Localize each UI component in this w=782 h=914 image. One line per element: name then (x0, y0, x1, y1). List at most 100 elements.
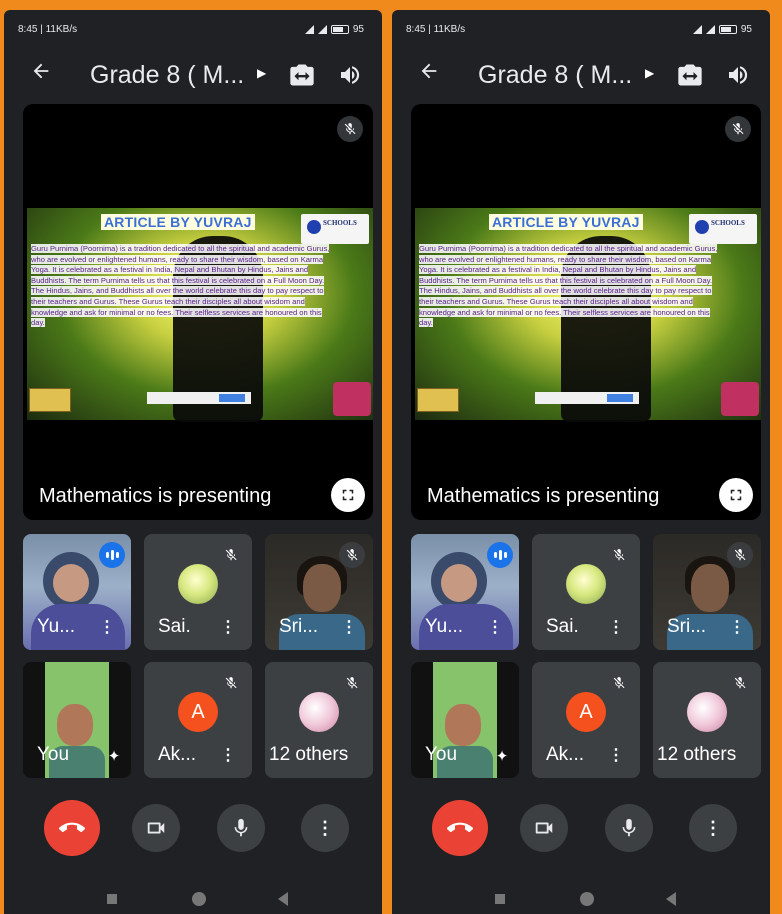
school-logo: SCHOOLS (301, 214, 369, 244)
mic-off-icon (339, 542, 365, 568)
presentation-tile[interactable]: ARTICLE BY YUVRAJ SCHOOLS Guru Purnima (… (23, 104, 373, 520)
participant-video (691, 564, 729, 612)
back-arrow-icon[interactable] (414, 60, 444, 90)
participant-name: Sri... (667, 616, 707, 637)
presentation-tile[interactable]: ARTICLE BY YUVRAJ SCHOOLS Guru Purnima (… (411, 104, 761, 520)
camera-switch-icon[interactable] (288, 61, 316, 89)
participant-tile[interactable]: A Ak... ⋮ (532, 662, 640, 778)
participant-tile[interactable]: Sri... ⋮ (653, 534, 761, 650)
more-vert-icon[interactable]: ⋮ (729, 620, 745, 636)
more-vert-icon[interactable]: ⋮ (487, 620, 503, 636)
signal-icon (705, 25, 715, 34)
more-options-button[interactable]: ⋮ (689, 804, 737, 852)
more-vert-icon[interactable]: ⋮ (608, 620, 624, 636)
speaking-icon (99, 542, 125, 568)
phone-screen-left: 8:45 | 11KB/s 95 Grade 8 ( M... ▶ ARTICL… (4, 10, 382, 914)
effects-sparkle-icon[interactable]: ✦ (103, 746, 125, 768)
speaker-icon[interactable] (726, 63, 750, 87)
end-call-button[interactable] (44, 800, 100, 856)
android-nav-bar (392, 886, 770, 914)
slide-paragraph: Guru Purnima (Poornima) is a tradition d… (31, 244, 337, 329)
presenting-label: Mathematics is presenting (427, 485, 660, 507)
back-arrow-icon[interactable] (26, 60, 56, 90)
speaker-icon[interactable] (338, 63, 362, 87)
phone-screen-right: 8:45 | 11KB/s 95 Grade 8 ( M... ▶ ARTICL… (392, 10, 770, 914)
nav-home-icon[interactable] (192, 892, 206, 906)
shared-slide: ARTICLE BY YUVRAJ SCHOOLS Guru Purnima (… (27, 208, 373, 422)
participant-tile[interactable]: Yu... ⋮ (411, 534, 519, 650)
end-call-button[interactable] (432, 800, 488, 856)
more-vert-icon[interactable]: ⋮ (220, 620, 236, 636)
camera-toggle-button[interactable] (132, 804, 180, 852)
others-tile[interactable]: 12 others (265, 662, 373, 778)
more-options-button[interactable]: ⋮ (301, 804, 349, 852)
nav-back-icon[interactable] (666, 892, 676, 906)
others-tile[interactable]: 12 others (653, 662, 761, 778)
nav-back-icon[interactable] (278, 892, 288, 906)
signal-icon (304, 25, 314, 34)
meeting-title[interactable]: Grade 8 ( M... (90, 60, 244, 90)
status-icons: 95 (692, 24, 752, 35)
effects-sparkle-icon[interactable]: ✦ (491, 746, 513, 768)
fullscreen-icon[interactable] (331, 478, 365, 512)
nav-recents-icon[interactable] (107, 894, 117, 904)
more-vert-icon[interactable]: ⋮ (99, 620, 115, 636)
slide-footer-bar (147, 392, 251, 404)
speaking-icon (487, 542, 513, 568)
slide-footer-bar (535, 392, 639, 404)
mic-toggle-button[interactable] (217, 804, 265, 852)
camera-switch-icon[interactable] (676, 61, 704, 89)
logo-text: SCHOOLS (323, 219, 357, 227)
participant-tile[interactable]: Yu... ⋮ (23, 534, 131, 650)
participant-name: Yu... (37, 616, 76, 637)
participant-tile[interactable]: Sai. ⋮ (532, 534, 640, 650)
logo-text: SCHOOLS (711, 219, 745, 227)
more-vert-icon[interactable]: ⋮ (608, 748, 624, 764)
self-tile[interactable]: You ✦ (23, 662, 131, 778)
slide-paragraph: Guru Purnima (Poornima) is a tradition d… (419, 244, 725, 329)
android-nav-bar (4, 886, 382, 914)
avatar (178, 564, 218, 604)
chevron-right-icon[interactable]: ▶ (257, 66, 266, 80)
participant-grid: Yu... ⋮ Sai. ⋮ Sri... ⋮ You ✦ A Ak... ⋮ … (23, 534, 373, 778)
meeting-title[interactable]: Grade 8 ( M... (478, 60, 632, 90)
call-controls: ⋮ (392, 800, 770, 860)
self-tile[interactable]: You ✦ (411, 662, 519, 778)
avatar (566, 564, 606, 604)
participant-tile[interactable]: Sri... ⋮ (265, 534, 373, 650)
participant-name: Sai. (158, 616, 191, 637)
status-bar: 8:45 | 11KB/s 95 (392, 10, 770, 42)
mic-off-icon (339, 670, 365, 696)
participant-grid: Yu... ⋮ Sai. ⋮ Sri... ⋮ You ✦ A Ak... ⋮ … (411, 534, 761, 778)
participant-tile[interactable]: A Ak... ⋮ (144, 662, 252, 778)
more-vert-icon: ⋮ (704, 817, 722, 838)
nav-home-icon[interactable] (580, 892, 594, 906)
signal-icon (317, 25, 327, 34)
participant-tile[interactable]: Sai. ⋮ (144, 534, 252, 650)
participant-name: You (37, 744, 70, 765)
chevron-right-icon[interactable]: ▶ (645, 66, 654, 80)
camera-toggle-button[interactable] (520, 804, 568, 852)
status-time-speed: 8:45 | 11KB/s (18, 24, 78, 35)
participant-name: Yu... (425, 616, 464, 637)
mic-off-icon (606, 670, 632, 696)
decorative-art-icon (333, 382, 371, 416)
school-logo: SCHOOLS (689, 214, 757, 244)
more-vert-icon[interactable]: ⋮ (341, 620, 357, 636)
mic-toggle-button[interactable] (605, 804, 653, 852)
participant-name: Ak... (546, 744, 585, 765)
microphone-icon (622, 818, 636, 837)
fullscreen-icon[interactable] (719, 478, 753, 512)
battery-icon (718, 25, 737, 34)
mic-off-icon (727, 670, 753, 696)
nav-recents-icon[interactable] (495, 894, 505, 904)
status-time-speed: 8:45 | 11KB/s (406, 24, 466, 35)
status-bar: 8:45 | 11KB/s 95 (4, 10, 382, 42)
badge-logo-icon (417, 388, 459, 412)
more-vert-icon[interactable]: ⋮ (220, 748, 236, 764)
slide-paragraph-text: Guru Purnima (Poornima) is a tradition d… (31, 244, 330, 328)
others-count: 12 others (269, 744, 349, 765)
mic-off-icon (337, 116, 363, 142)
slide-title: ARTICLE BY YUVRAJ (101, 214, 255, 230)
meeting-top-bar: Grade 8 ( M... ▶ (392, 52, 770, 98)
